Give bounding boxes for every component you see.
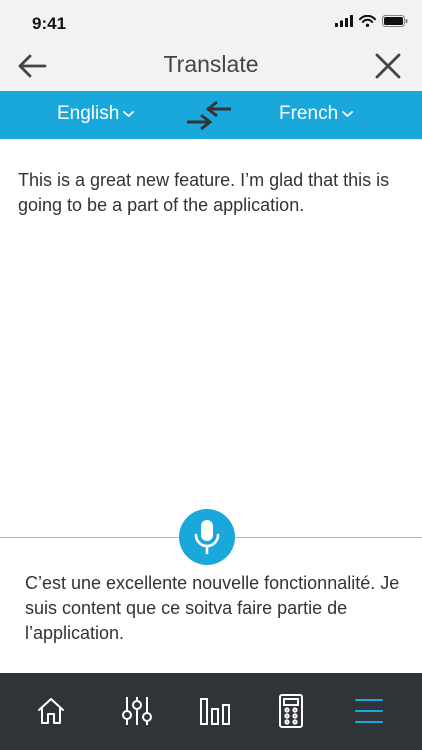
translated-text: C’est une excellente nouvelle fonctionna… [25,573,400,643]
language-bar: English French [0,91,422,139]
sliders-icon [122,697,152,725]
home-icon [38,698,64,724]
microphone-button[interactable] [179,509,235,565]
chevron-down-icon [123,111,135,117]
bar-chart-icon [200,698,230,725]
status-bar: 9:41 [0,0,422,44]
menu-icon [355,699,383,723]
source-language-label: English [57,103,120,124]
swap-arrows-icon [187,100,231,131]
microphone-icon [194,520,220,555]
target-language-label: French [279,103,339,124]
wifi-icon [359,15,376,27]
source-text-input[interactable]: This is a great new feature. I’m glad th… [18,168,404,218]
battery-icon [382,15,408,27]
tab-bar [0,673,422,750]
source-language-select[interactable]: English [57,103,135,125]
tab-remote[interactable] [273,693,309,729]
header: Translate [0,44,422,91]
page-title: Translate [163,51,259,77]
close-button[interactable] [370,48,406,84]
chevron-down-icon [342,111,354,117]
tab-menu[interactable] [351,693,387,729]
status-time: 9:41 [32,14,67,33]
swap-languages-button[interactable] [184,99,234,133]
close-icon [375,53,401,79]
status-icons [335,15,408,27]
tab-home[interactable] [33,693,69,729]
tab-controls[interactable] [119,693,155,729]
target-language-select[interactable]: French [279,103,354,125]
tab-stats[interactable] [197,693,233,729]
signal-icon [335,15,353,27]
remote-icon [279,694,303,728]
